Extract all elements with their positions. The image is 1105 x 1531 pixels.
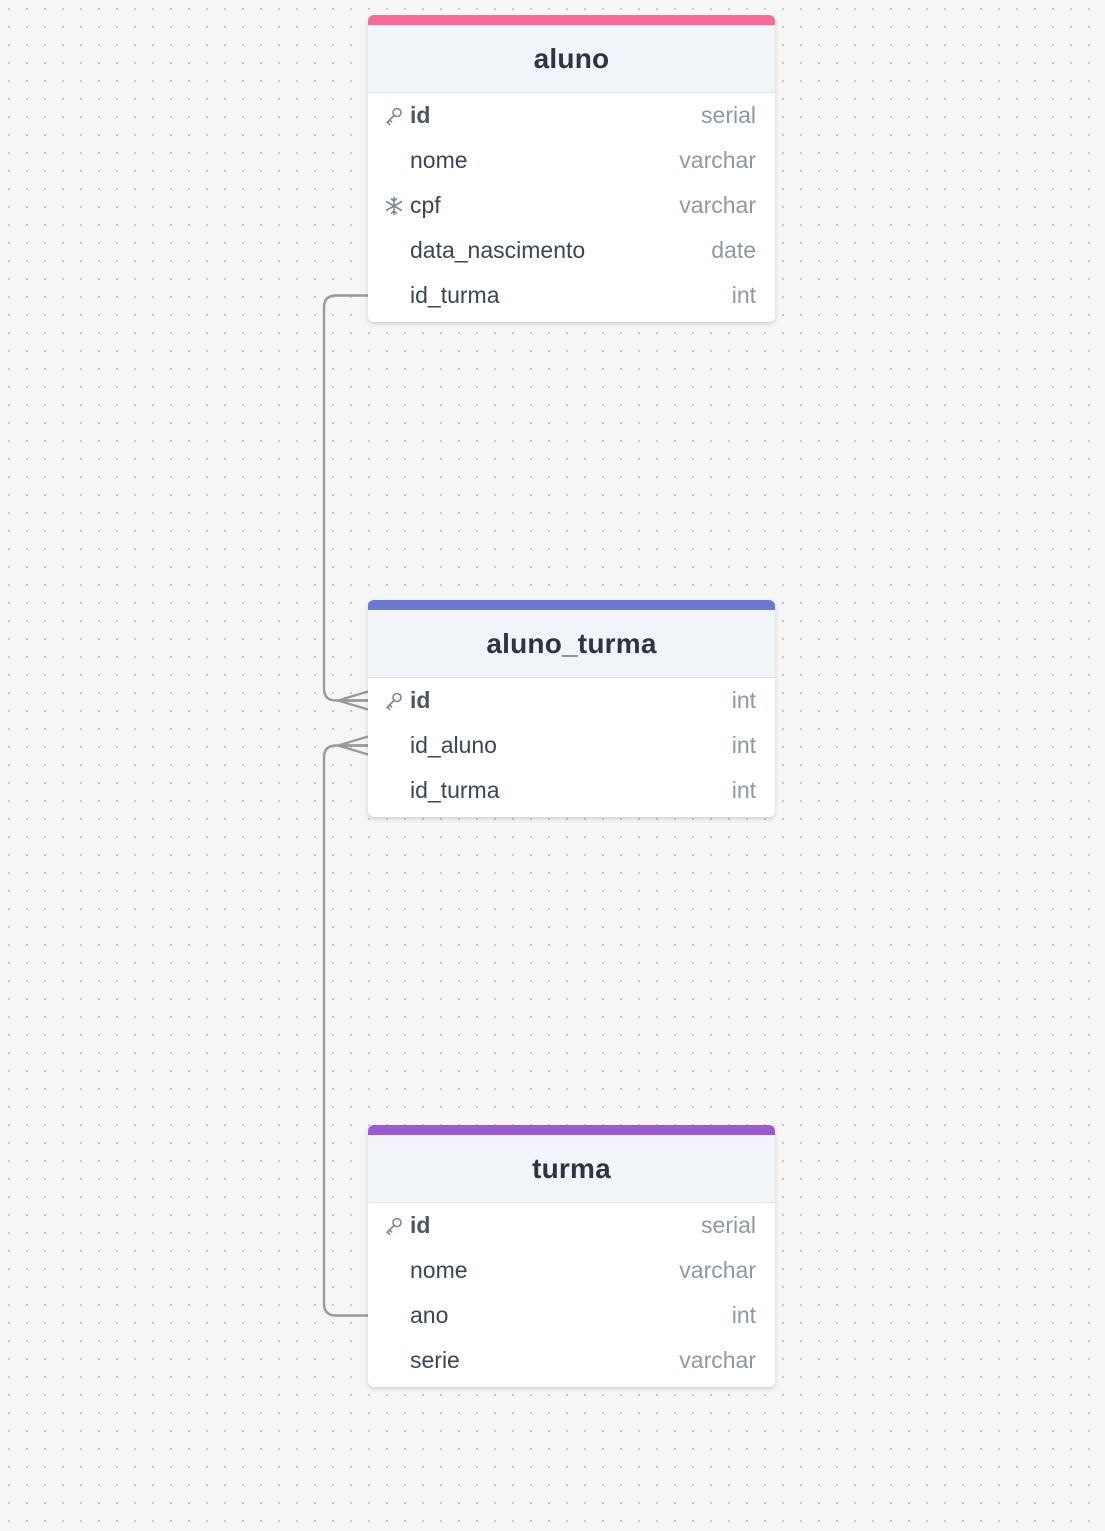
field-row[interactable]: cpf varchar [368, 183, 775, 228]
field-type: varchar [679, 147, 756, 173]
table-card-turma[interactable]: turma id serial nome varchar ano int ser… [368, 1125, 775, 1387]
table-header[interactable]: turma [368, 1135, 775, 1203]
field-type: int [731, 732, 756, 758]
field-name: serie [410, 1347, 460, 1373]
key-icon [383, 1215, 405, 1237]
table-color-strip [368, 15, 775, 25]
field-list: id serial nome varchar ano int serie var… [368, 1203, 775, 1387]
field-type: int [731, 1302, 756, 1328]
field-name: id_turma [410, 282, 500, 308]
field-row[interactable]: ano int [368, 1293, 775, 1338]
field-row[interactable]: serie varchar [368, 1338, 775, 1383]
field-name: data_nascimento [410, 237, 586, 263]
field-type: int [731, 282, 756, 308]
table-card-aluno-turma[interactable]: aluno_turma id int id_aluno int id_turma… [368, 600, 775, 817]
table-card-aluno[interactable]: aluno id serial nome varchar cpf varchar… [368, 15, 775, 322]
field-type: varchar [679, 1347, 756, 1373]
key-icon [383, 105, 405, 127]
table-title: aluno_turma [486, 627, 657, 659]
field-name: nome [410, 1257, 468, 1283]
field-type: varchar [679, 1257, 756, 1283]
field-type: int [731, 687, 756, 713]
field-row[interactable]: nome varchar [368, 1248, 775, 1293]
crows-foot-marker [337, 690, 369, 711]
field-row[interactable]: id int [368, 678, 775, 723]
field-name: id_aluno [410, 732, 497, 758]
field-name: id [410, 687, 431, 713]
field-type: serial [701, 102, 756, 128]
relationship-line[interactable] [322, 294, 368, 702]
field-list: id int id_aluno int id_turma int [368, 678, 775, 817]
field-name: id_turma [410, 777, 500, 803]
field-list: id serial nome varchar cpf varchar data_… [368, 93, 775, 322]
field-type: date [711, 237, 756, 263]
field-name: id [410, 102, 431, 128]
table-title: aluno [533, 42, 610, 74]
field-name: id [410, 1212, 431, 1238]
field-row[interactable]: id serial [368, 1203, 775, 1248]
field-type: int [731, 777, 756, 803]
relationship-line[interactable] [322, 744, 368, 1317]
table-color-strip [368, 600, 775, 610]
field-name: cpf [410, 192, 441, 218]
field-row[interactable]: nome varchar [368, 138, 775, 183]
field-name: nome [410, 147, 468, 173]
table-header[interactable]: aluno [368, 25, 775, 93]
field-row[interactable]: id_turma int [368, 768, 775, 813]
table-color-strip [368, 1125, 775, 1135]
diagram-canvas[interactable]: aluno id serial nome varchar cpf varchar… [0, 0, 1105, 1531]
field-row[interactable]: id serial [368, 93, 775, 138]
field-type: varchar [679, 192, 756, 218]
field-type: serial [701, 1212, 756, 1238]
table-title: turma [532, 1152, 611, 1184]
table-header[interactable]: aluno_turma [368, 610, 775, 678]
snowflake-icon [383, 195, 405, 217]
field-name: ano [410, 1302, 449, 1328]
field-row[interactable]: data_nascimento date [368, 228, 775, 273]
key-icon [383, 690, 405, 712]
crows-foot-marker [337, 735, 369, 756]
field-row[interactable]: id_turma int [368, 273, 775, 318]
field-row[interactable]: id_aluno int [368, 723, 775, 768]
